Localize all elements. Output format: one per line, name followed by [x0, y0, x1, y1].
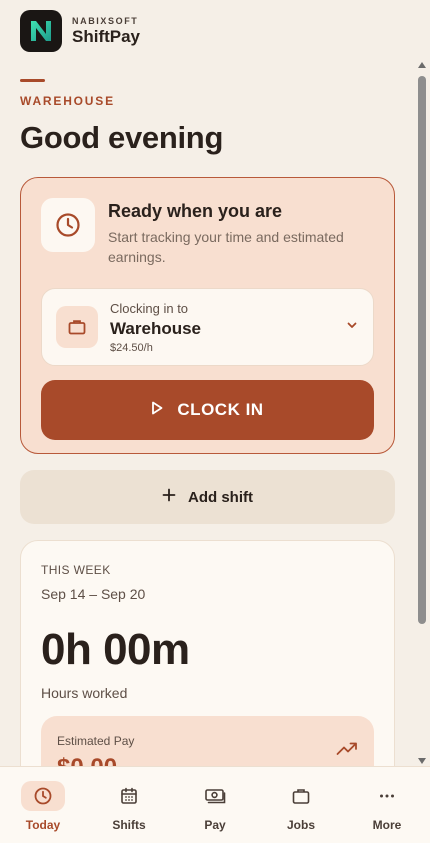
scrollbar[interactable] [416, 58, 428, 766]
clock-icon [41, 198, 95, 252]
app-name: ShiftPay [72, 26, 141, 46]
week-range: Sep 14 – Sep 20 [41, 586, 146, 602]
hours-worked-label: Hours worked [41, 685, 128, 701]
job-rate: $24.50/h [110, 341, 153, 354]
clock-in-label: CLOCK IN [177, 400, 264, 419]
briefcase-icon [279, 781, 323, 811]
hours-worked-value: 0h 00m [41, 625, 190, 674]
estimated-pay-label: Estimated Pay [57, 734, 135, 748]
chevron-down-icon [345, 318, 359, 337]
trending-up-icon [336, 742, 358, 761]
company-name: NABIXSOFT [72, 15, 139, 26]
main-content: WAREHOUSE Good evening Ready when you ar… [20, 62, 396, 806]
workplace-label: WAREHOUSE [20, 94, 115, 108]
more-dots-icon [365, 781, 409, 811]
ready-subtitle: Start tracking your time and estimated e… [108, 229, 344, 265]
accent-bar [20, 79, 45, 82]
job-selector[interactable]: Clocking in to Warehouse $24.50/h [41, 288, 374, 366]
brand-block: NABIXSOFT ShiftPay [72, 16, 140, 47]
shiftpay-logo-icon [31, 21, 51, 41]
nav-label-shifts: Shifts [112, 818, 146, 832]
nav-label-pay: Pay [204, 818, 226, 832]
week-label: THIS WEEK [41, 563, 111, 577]
ready-row: Ready when you are Start tracking your t… [41, 198, 374, 267]
add-shift-label: Add shift [188, 488, 253, 506]
plus-icon [162, 488, 176, 507]
this-week-card: THIS WEEK Sep 14 – Sep 20 0h 00m Hours w… [20, 540, 395, 806]
briefcase-icon [56, 306, 98, 348]
nav-item-today[interactable]: Today [0, 767, 86, 843]
job-name: Warehouse [110, 318, 202, 338]
page-title: Good evening [20, 120, 224, 155]
scrollbar-thumb[interactable] [418, 76, 426, 624]
nav-item-shifts[interactable]: Shifts [86, 767, 172, 843]
scroll-down-arrow-icon[interactable] [418, 758, 426, 764]
app-logo [20, 10, 62, 52]
clock-in-button[interactable]: CLOCK IN [41, 380, 374, 440]
money-icon [193, 781, 237, 811]
scroll-up-arrow-icon[interactable] [418, 62, 426, 68]
calendar-icon [107, 781, 151, 811]
add-shift-button[interactable]: Add shift [20, 470, 395, 524]
app-header: NABIXSOFT ShiftPay [0, 0, 416, 62]
bottom-nav: Today Shifts Pay Jobs More [0, 766, 430, 843]
clock-in-card: Ready when you are Start tracking your t… [20, 177, 395, 454]
ready-title: Ready when you are [108, 201, 283, 221]
job-caption: Clocking in to [110, 300, 189, 316]
clock-icon [21, 781, 65, 811]
nav-item-pay[interactable]: Pay [172, 767, 258, 843]
play-icon [151, 401, 163, 420]
nav-label-today: Today [25, 818, 61, 832]
nav-item-jobs[interactable]: Jobs [258, 767, 344, 843]
nav-label-jobs: Jobs [286, 818, 315, 832]
nav-label-more: More [372, 818, 402, 832]
nav-item-more[interactable]: More [344, 767, 430, 843]
